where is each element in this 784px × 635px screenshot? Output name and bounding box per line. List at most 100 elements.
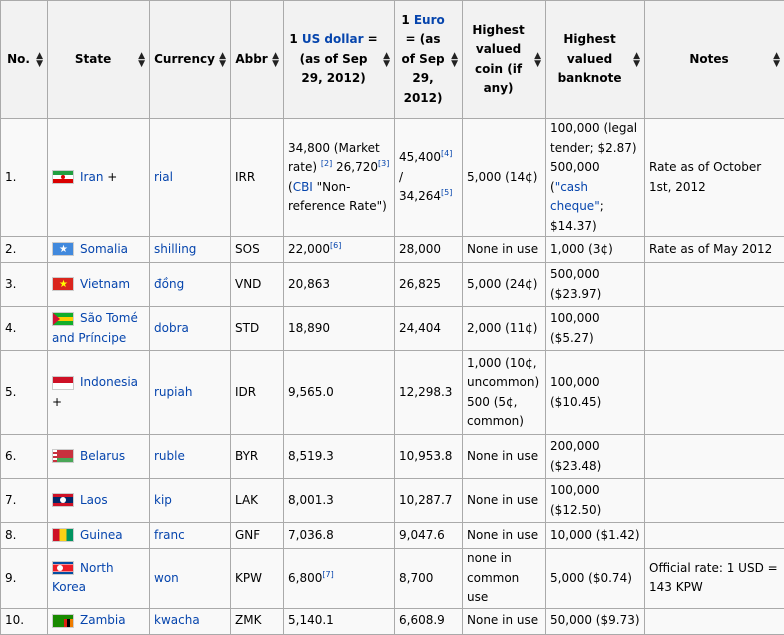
- usd-rate-cell: 34,800 (Market rate) [2] 26,720[3] (CBI …: [284, 119, 395, 237]
- header-link[interactable]: US dollar: [302, 32, 364, 46]
- sort-arrows-icon[interactable]: ▲▼: [534, 52, 541, 68]
- cell-text: 10,287.7: [399, 493, 452, 507]
- usd-rate-cell: 9,565.0: [284, 351, 395, 435]
- cell-text: None in use: [467, 493, 538, 507]
- somalia-flag-icon: [52, 242, 74, 256]
- abbr-cell: GNF: [231, 523, 284, 549]
- eur-rate-cell: 45,400[4] / 34,264[5]: [395, 119, 463, 237]
- inline-link[interactable]: CBI: [293, 180, 313, 194]
- reference-link[interactable]: [4]: [441, 149, 452, 158]
- notes-cell: Rate as of May 2012: [645, 237, 784, 263]
- state-link[interactable]: Somalia: [80, 242, 128, 256]
- currency-cell: won: [150, 549, 231, 609]
- cell-text: 22,000: [288, 242, 330, 256]
- eur-rate-cell: 12,298.3: [395, 351, 463, 435]
- state-link[interactable]: Iran: [80, 170, 103, 184]
- currency-link[interactable]: won: [154, 571, 179, 585]
- row-number: 2.: [1, 237, 48, 263]
- column-header-label: Notes: [649, 50, 769, 70]
- reference-link[interactable]: [5]: [441, 188, 452, 197]
- state-link[interactable]: Indonesia: [80, 375, 138, 389]
- cell-text: 28,000: [399, 242, 441, 256]
- currency-link[interactable]: ruble: [154, 449, 185, 463]
- column-header-notes[interactable]: Notes▲▼: [645, 1, 784, 119]
- cell-text: 8,001.3: [288, 493, 334, 507]
- reference-link[interactable]: [7]: [322, 570, 333, 579]
- abbr-cell: STD: [231, 307, 284, 351]
- currency-link[interactable]: rupiah: [154, 385, 192, 399]
- cell-text: 6,800: [288, 571, 322, 585]
- currency-link[interactable]: kip: [154, 493, 172, 507]
- cell-text: 12,298.3: [399, 385, 452, 399]
- state-link[interactable]: Zambia: [80, 613, 126, 627]
- cell-text: 5,000 ($0.74): [550, 571, 632, 585]
- state-link[interactable]: Guinea: [80, 528, 123, 542]
- currency-cell: kwacha: [150, 608, 231, 634]
- currency-link[interactable]: rial: [154, 170, 173, 184]
- column-header-no[interactable]: No.▲▼: [1, 1, 48, 119]
- usd-rate-cell: 18,890: [284, 307, 395, 351]
- state-cell: Iran +: [48, 119, 150, 237]
- currency-cell: dobra: [150, 307, 231, 351]
- column-header-eur[interactable]: 1 Euro = (as of Sep 29, 2012)▲▼: [395, 1, 463, 119]
- eur-rate-cell: 26,825: [395, 263, 463, 307]
- state-cell: North Korea: [48, 549, 150, 609]
- currency-link[interactable]: franc: [154, 528, 185, 542]
- reference-link[interactable]: [6]: [330, 241, 341, 250]
- state-link[interactable]: Laos: [80, 493, 108, 507]
- highest-banknote-cell: 200,000 ($23.48): [546, 435, 645, 479]
- sort-arrows-icon[interactable]: ▲▼: [383, 52, 390, 68]
- header-text: State: [75, 52, 111, 66]
- table-row: 8.GuineafrancGNF7,036.89,047.6None in us…: [1, 523, 784, 549]
- vietnam-flag-icon: [52, 277, 74, 291]
- table-row: 1.Iran +rialIRR34,800 (Market rate) [2] …: [1, 119, 784, 237]
- column-header-label: 1 US dollar = (as of Sep 29, 2012): [288, 30, 379, 89]
- abbr-cell: SOS: [231, 237, 284, 263]
- header-link[interactable]: Euro: [414, 13, 445, 27]
- row-number: 6.: [1, 435, 48, 479]
- cell-text: 1,000 (3¢): [550, 242, 613, 256]
- currency-cell: shilling: [150, 237, 231, 263]
- column-header-coin[interactable]: Highest valued coin (if any)▲▼: [463, 1, 546, 119]
- eur-rate-cell: 6,608.9: [395, 608, 463, 634]
- currency-link[interactable]: shilling: [154, 242, 196, 256]
- notes-cell: [645, 435, 784, 479]
- state-link[interactable]: Belarus: [80, 449, 125, 463]
- column-header-abbr[interactable]: Abbr▲▼: [231, 1, 284, 119]
- notes-cell: Official rate: 1 USD = 143 KPW: [645, 549, 784, 609]
- currency-link[interactable]: đồng: [154, 277, 184, 291]
- sort-arrows-icon[interactable]: ▲▼: [451, 52, 458, 68]
- usd-rate-cell: 6,800[7]: [284, 549, 395, 609]
- highest-banknote-cell: 100,000 ($10.45): [546, 351, 645, 435]
- column-header-state[interactable]: State ▲▼: [48, 1, 150, 119]
- reference-link[interactable]: [2]: [321, 159, 332, 168]
- sort-arrows-icon[interactable]: ▲▼: [36, 52, 43, 68]
- currency-link[interactable]: kwacha: [154, 613, 200, 627]
- header-text: 1: [289, 32, 302, 46]
- cell-text: 100,000 ($10.45): [550, 375, 601, 409]
- row-number: 7.: [1, 479, 48, 523]
- sort-arrows-icon[interactable]: ▲▼: [773, 52, 780, 68]
- sort-arrows-icon[interactable]: ▲▼: [633, 52, 640, 68]
- column-header-label: Abbr: [235, 50, 268, 70]
- column-header-note[interactable]: Highest valued banknote▲▼: [546, 1, 645, 119]
- state-cell: Indonesia +: [48, 351, 150, 435]
- currency-link[interactable]: dobra: [154, 321, 189, 335]
- column-header-label: 1 Euro = (as of Sep 29, 2012): [399, 11, 447, 109]
- state-link[interactable]: Vietnam: [80, 277, 130, 291]
- column-header-currency[interactable]: Currency▲▼: [150, 1, 231, 119]
- column-header-usd[interactable]: 1 US dollar = (as of Sep 29, 2012)▲▼: [284, 1, 395, 119]
- sort-arrows-icon[interactable]: ▲▼: [272, 52, 279, 68]
- cell-text: 9,565.0: [288, 385, 334, 399]
- sao-tome-flag-icon: [52, 312, 74, 326]
- sort-arrows-icon[interactable]: ▲▼: [219, 52, 226, 68]
- sort-arrows-icon[interactable]: ▲▼: [138, 52, 145, 68]
- cell-text: 50,000 ($9.73): [550, 613, 640, 627]
- inline-link[interactable]: "cash cheque": [550, 180, 600, 214]
- reference-link[interactable]: [3]: [378, 159, 389, 168]
- cell-text: / 34,264: [399, 170, 441, 204]
- row-number: 1.: [1, 119, 48, 237]
- abbr-cell: BYR: [231, 435, 284, 479]
- table-body: 1.Iran +rialIRR34,800 (Market rate) [2] …: [1, 119, 784, 635]
- cell-text: 500,000 ($23.97): [550, 267, 601, 301]
